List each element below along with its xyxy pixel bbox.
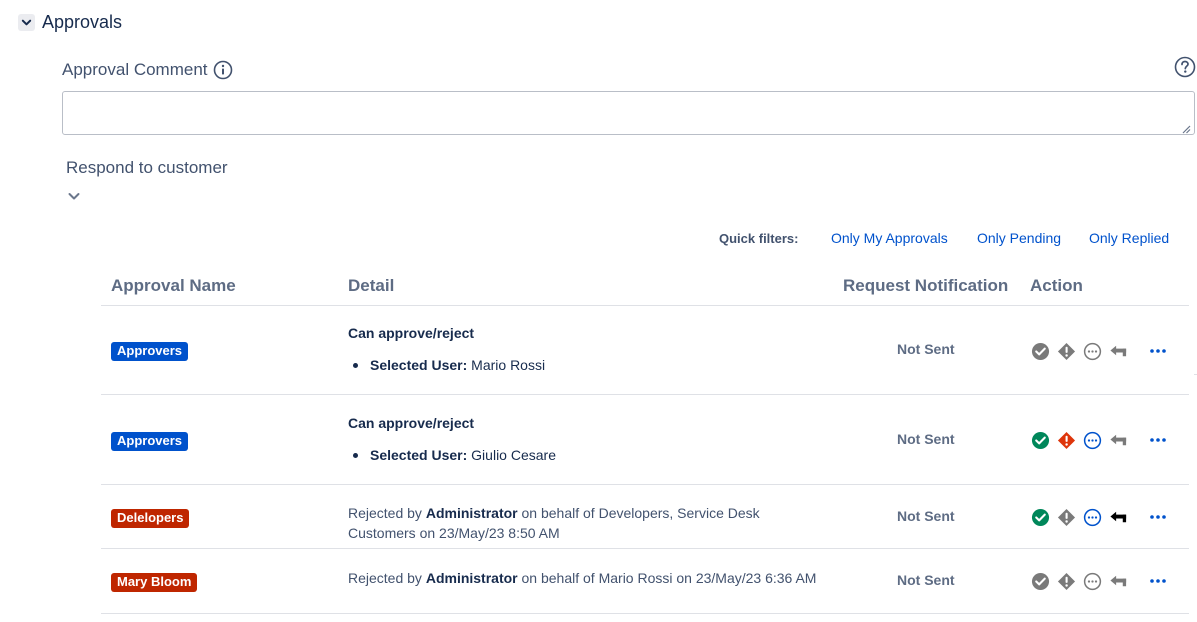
filter-only-replied[interactable]: Only Replied bbox=[1089, 229, 1169, 247]
detail-actor: Administrator bbox=[425, 505, 518, 521]
filter-only-my-approvals[interactable]: Only My Approvals bbox=[831, 229, 948, 247]
bullet-icon bbox=[353, 452, 358, 458]
reject-diamond-icon[interactable] bbox=[1057, 508, 1076, 527]
header-divider bbox=[101, 305, 1189, 306]
column-header-detail: Detail bbox=[348, 276, 395, 295]
row-divider bbox=[101, 394, 1189, 395]
approval-name-badge[interactable]: Approvers bbox=[111, 432, 189, 451]
section-title: Approvals bbox=[42, 11, 123, 32]
respond-to-customer-label: Respond to customer bbox=[66, 158, 228, 177]
more-info-ellipsis-icon[interactable] bbox=[1083, 431, 1102, 450]
approve-check-icon[interactable] bbox=[1031, 508, 1050, 527]
approval-comment-label: Approval Comment bbox=[62, 60, 233, 80]
info-icon[interactable] bbox=[213, 60, 233, 80]
column-header-request-notification: Request Notification bbox=[843, 276, 1009, 295]
detail-actor: Administrator bbox=[425, 570, 518, 586]
more-horizontal-icon[interactable] bbox=[1149, 432, 1167, 451]
notification-status: Not Sent bbox=[897, 431, 955, 447]
approval-name-badge[interactable]: Delelopers bbox=[111, 509, 190, 528]
selected-user-label: Selected User: bbox=[370, 357, 468, 373]
reply-arrow-icon[interactable] bbox=[1109, 342, 1128, 361]
reject-diamond-icon[interactable] bbox=[1057, 572, 1076, 591]
chevron-down-icon[interactable] bbox=[18, 13, 35, 31]
approve-check-icon[interactable] bbox=[1031, 431, 1050, 450]
resize-grip-icon[interactable] bbox=[1181, 121, 1191, 137]
column-header-action: Action bbox=[1030, 276, 1083, 295]
detail-prefix: Rejected by bbox=[348, 505, 422, 521]
approval-name-badge[interactable]: Mary Bloom bbox=[111, 573, 198, 592]
quick-filters-label: Quick filters: bbox=[719, 230, 799, 246]
row-divider bbox=[101, 548, 1189, 549]
detail-selected-user: Selected User: Mario Rossi bbox=[348, 357, 545, 373]
detail-prefix: Rejected by bbox=[348, 570, 422, 586]
approve-check-icon[interactable] bbox=[1031, 342, 1050, 361]
row-divider bbox=[101, 613, 1189, 614]
detail-title: Can approve/reject bbox=[348, 325, 475, 341]
action-group bbox=[1031, 431, 1135, 450]
action-group bbox=[1031, 342, 1135, 361]
approve-check-icon[interactable] bbox=[1031, 572, 1050, 591]
table-row: Approvers bbox=[111, 342, 189, 361]
filter-only-pending[interactable]: Only Pending bbox=[977, 229, 1061, 247]
more-info-ellipsis-icon[interactable] bbox=[1083, 342, 1102, 361]
approval-comment-label-text: Approval Comment bbox=[62, 60, 208, 79]
detail-rejection-text: Rejected by Administrator on behalf of D… bbox=[348, 503, 828, 543]
notification-status: Not Sent bbox=[897, 572, 955, 588]
selected-user-value: Mario Rossi bbox=[471, 357, 546, 373]
respond-chevron-down-icon[interactable] bbox=[67, 189, 81, 206]
action-group bbox=[1031, 508, 1135, 527]
more-horizontal-icon[interactable] bbox=[1149, 573, 1167, 592]
selected-user-label: Selected User: bbox=[370, 447, 468, 463]
approvals-section-header: Approvals bbox=[18, 10, 122, 34]
notification-status: Not Sent bbox=[897, 341, 955, 357]
reply-arrow-icon[interactable] bbox=[1109, 431, 1128, 450]
table-row: Mary Bloom bbox=[111, 573, 198, 592]
reply-arrow-icon[interactable] bbox=[1109, 572, 1128, 591]
table-row: Delelopers bbox=[111, 509, 190, 528]
more-horizontal-icon[interactable] bbox=[1149, 509, 1167, 528]
notification-status: Not Sent bbox=[897, 508, 955, 524]
reject-diamond-icon[interactable] bbox=[1057, 342, 1076, 361]
detail-suffix: on behalf of Mario Rossi on 23/May/23 6:… bbox=[521, 570, 817, 586]
more-info-ellipsis-icon[interactable] bbox=[1083, 572, 1102, 591]
more-info-ellipsis-icon[interactable] bbox=[1083, 508, 1102, 527]
approval-name-badge[interactable]: Approvers bbox=[111, 342, 189, 361]
row-divider bbox=[101, 484, 1189, 485]
selected-user-value: Giulio Cesare bbox=[471, 447, 556, 463]
column-header-approval-name: Approval Name bbox=[111, 276, 236, 295]
reject-diamond-icon[interactable] bbox=[1057, 431, 1076, 450]
action-group bbox=[1031, 572, 1135, 591]
detail-title: Can approve/reject bbox=[348, 415, 475, 431]
reply-arrow-icon[interactable] bbox=[1109, 508, 1128, 527]
bullet-icon bbox=[353, 362, 358, 368]
approval-comment-input[interactable] bbox=[62, 91, 1195, 135]
detail-rejection-text: Rejected by Administrator on behalf of M… bbox=[348, 568, 828, 588]
more-horizontal-icon[interactable] bbox=[1149, 343, 1167, 362]
help-icon[interactable] bbox=[1174, 56, 1196, 81]
table-row: Approvers bbox=[111, 432, 189, 451]
detail-selected-user: Selected User: Giulio Cesare bbox=[348, 447, 556, 463]
